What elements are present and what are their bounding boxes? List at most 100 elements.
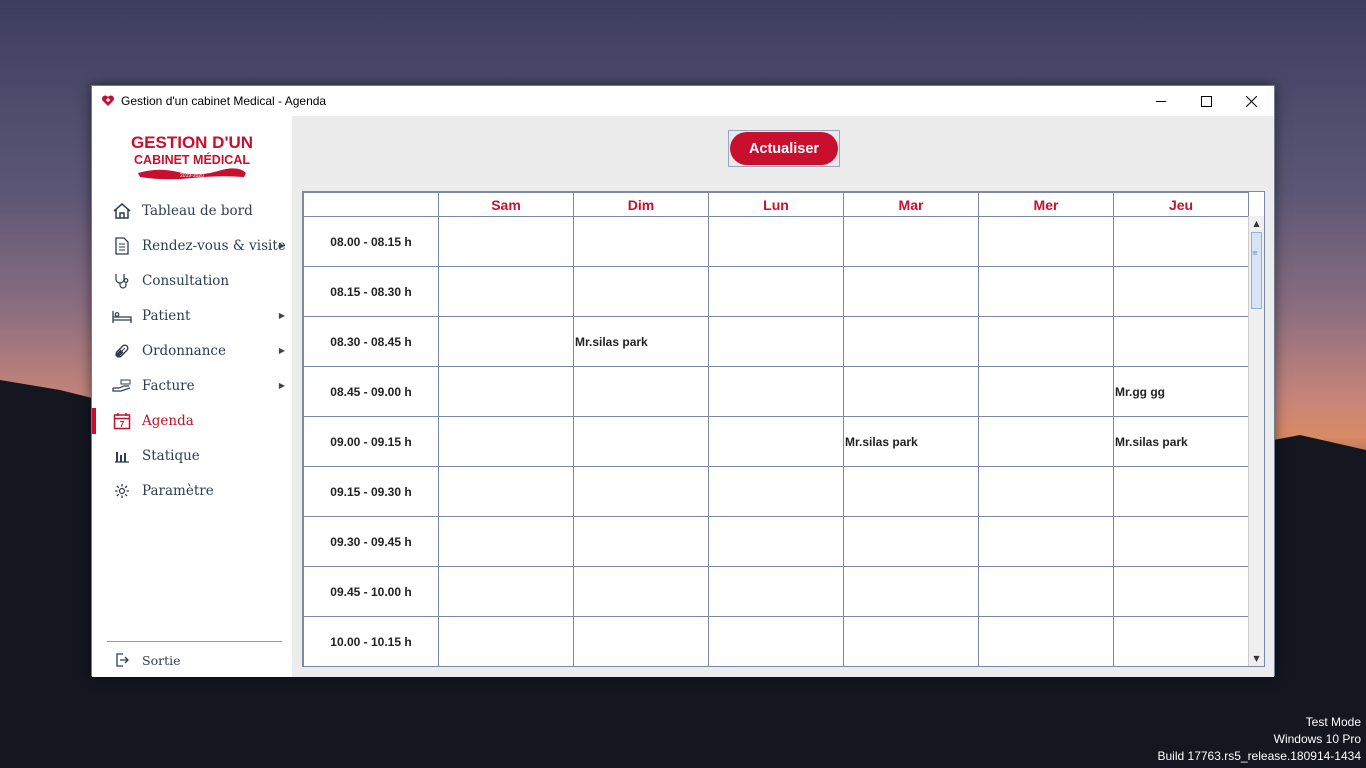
agenda-cell[interactable] bbox=[708, 416, 844, 467]
sidebar-item-facture[interactable]: Facture ▶ bbox=[92, 368, 292, 403]
agenda-cell[interactable] bbox=[978, 366, 1114, 417]
pill-icon bbox=[112, 341, 132, 361]
refresh-button[interactable]: Actualiser bbox=[730, 132, 838, 165]
svg-text:7: 7 bbox=[120, 420, 125, 429]
agenda-cell[interactable] bbox=[1113, 566, 1249, 617]
agenda-cell[interactable] bbox=[438, 416, 574, 467]
chevron-right-icon: ▶ bbox=[278, 381, 285, 390]
agenda-cell[interactable] bbox=[438, 466, 574, 517]
agenda-cell[interactable] bbox=[1113, 216, 1249, 267]
agenda-cell[interactable] bbox=[708, 366, 844, 417]
scroll-down-icon[interactable]: ▼ bbox=[1249, 651, 1264, 666]
agenda-cell[interactable] bbox=[1113, 516, 1249, 567]
agenda-cell[interactable] bbox=[1113, 266, 1249, 317]
agenda-cell[interactable] bbox=[708, 216, 844, 267]
maximize-button[interactable] bbox=[1184, 86, 1229, 116]
sidebar-item-tableau-de-bord[interactable]: Tableau de bord bbox=[92, 193, 292, 228]
agenda-cell[interactable] bbox=[978, 566, 1114, 617]
day-header[interactable]: Sam bbox=[438, 192, 574, 217]
agenda-cell[interactable] bbox=[843, 466, 979, 517]
agenda-cell[interactable] bbox=[843, 616, 979, 666]
sidebar-item-statique[interactable]: Statique bbox=[92, 438, 292, 473]
appointment-cell[interactable]: Mr.gg gg bbox=[1113, 366, 1249, 417]
sidebar-item-consultation[interactable]: Consultation bbox=[92, 263, 292, 298]
agenda-cell[interactable] bbox=[843, 566, 979, 617]
sidebar-item-label: Paramètre bbox=[142, 482, 214, 499]
agenda-cell[interactable] bbox=[438, 616, 574, 666]
exit-button[interactable]: Sortie bbox=[112, 648, 180, 672]
agenda-cell[interactable] bbox=[708, 466, 844, 517]
minimize-button[interactable] bbox=[1139, 86, 1184, 116]
agenda-cell[interactable] bbox=[573, 216, 709, 267]
agenda-cell[interactable] bbox=[978, 266, 1114, 317]
agenda-cell[interactable] bbox=[708, 616, 844, 666]
appointment-cell[interactable]: Mr.silas park bbox=[843, 416, 979, 467]
agenda-cell[interactable] bbox=[1113, 466, 1249, 517]
time-column-header bbox=[303, 192, 439, 217]
chevron-right-icon: ▶ bbox=[278, 346, 285, 355]
agenda-cell[interactable] bbox=[843, 316, 979, 367]
agenda-cell[interactable] bbox=[438, 216, 574, 267]
agenda-cell[interactable] bbox=[1113, 616, 1249, 666]
sidebar-item-label: Ordonnance bbox=[142, 342, 226, 359]
sidebar-item-rendez-vous[interactable]: Rendez-vous & visite ▶ bbox=[92, 228, 292, 263]
sidebar-item-label: Patient bbox=[142, 307, 191, 324]
svg-text:GESTION D'UN: GESTION D'UN bbox=[131, 133, 253, 152]
day-header[interactable]: Dim bbox=[573, 192, 709, 217]
agenda-cell[interactable] bbox=[573, 516, 709, 567]
agenda-cell[interactable] bbox=[978, 316, 1114, 367]
agenda-cell[interactable] bbox=[573, 466, 709, 517]
agenda-cell[interactable] bbox=[573, 616, 709, 666]
agenda-cell[interactable] bbox=[978, 466, 1114, 517]
agenda-cell[interactable] bbox=[843, 366, 979, 417]
close-button[interactable] bbox=[1229, 86, 1274, 116]
agenda-cell[interactable] bbox=[978, 616, 1114, 666]
agenda-cell[interactable] bbox=[708, 566, 844, 617]
appointment-cell[interactable]: Mr.silas park bbox=[1113, 416, 1249, 467]
agenda-cell[interactable] bbox=[843, 516, 979, 567]
agenda-row: 09.15 - 09.30 h bbox=[303, 466, 1249, 517]
agenda-cell[interactable] bbox=[438, 566, 574, 617]
agenda-cell[interactable] bbox=[843, 216, 979, 267]
day-header[interactable]: Lun bbox=[708, 192, 844, 217]
agenda-cell[interactable] bbox=[573, 366, 709, 417]
agenda-cell[interactable] bbox=[978, 416, 1114, 467]
agenda-cell[interactable] bbox=[573, 266, 709, 317]
sidebar-item-parametre[interactable]: Paramètre bbox=[92, 473, 292, 508]
title-bar[interactable]: Gestion d'un cabinet Medical - Agenda bbox=[92, 86, 1274, 116]
day-header[interactable]: Mar bbox=[843, 192, 979, 217]
sidebar-item-ordonnance[interactable]: Ordonnance ▶ bbox=[92, 333, 292, 368]
appointment-cell[interactable]: Mr.silas park bbox=[573, 316, 709, 367]
agenda-cell[interactable] bbox=[1113, 316, 1249, 367]
window-title: Gestion d'un cabinet Medical - Agenda bbox=[121, 94, 327, 108]
agenda-cell[interactable] bbox=[708, 266, 844, 317]
agenda-row: 08.45 - 09.00 h Mr.gg gg bbox=[303, 366, 1249, 417]
sidebar-item-patient[interactable]: Patient ▶ bbox=[92, 298, 292, 333]
scroll-up-icon[interactable]: ▲ bbox=[1249, 216, 1264, 231]
sidebar: GESTION D'UN CABINET MÉDICAL 2019-2020 T… bbox=[92, 116, 292, 677]
sidebar-item-agenda[interactable]: 7 Agenda bbox=[92, 403, 292, 438]
day-header[interactable]: Jeu bbox=[1113, 192, 1249, 217]
agenda-row: 08.30 - 08.45 h Mr.silas park bbox=[303, 316, 1249, 367]
bed-icon bbox=[112, 306, 132, 326]
agenda-cell[interactable] bbox=[708, 316, 844, 367]
agenda-cell[interactable] bbox=[573, 566, 709, 617]
agenda-cell[interactable] bbox=[438, 516, 574, 567]
agenda-cell[interactable] bbox=[978, 216, 1114, 267]
agenda-cell[interactable] bbox=[438, 266, 574, 317]
agenda-cell[interactable] bbox=[438, 316, 574, 367]
hand-money-icon bbox=[112, 376, 132, 396]
agenda-row: 09.45 - 10.00 h bbox=[303, 566, 1249, 617]
sidebar-item-label: Statique bbox=[142, 447, 200, 464]
agenda-cell[interactable] bbox=[573, 416, 709, 467]
vertical-scrollbar[interactable]: ▲ ≡ ▼ bbox=[1248, 216, 1264, 666]
agenda-row: 09.00 - 09.15 h Mr.silas park Mr.silas par… bbox=[303, 416, 1249, 467]
scroll-thumb[interactable] bbox=[1251, 232, 1262, 309]
agenda-cell[interactable] bbox=[978, 516, 1114, 567]
agenda-cell[interactable] bbox=[843, 266, 979, 317]
agenda-cell[interactable] bbox=[708, 516, 844, 567]
bar-chart-icon bbox=[112, 446, 132, 466]
day-header[interactable]: Mer bbox=[978, 192, 1114, 217]
agenda-cell[interactable] bbox=[438, 366, 574, 417]
sidebar-item-label: Facture bbox=[142, 377, 195, 394]
